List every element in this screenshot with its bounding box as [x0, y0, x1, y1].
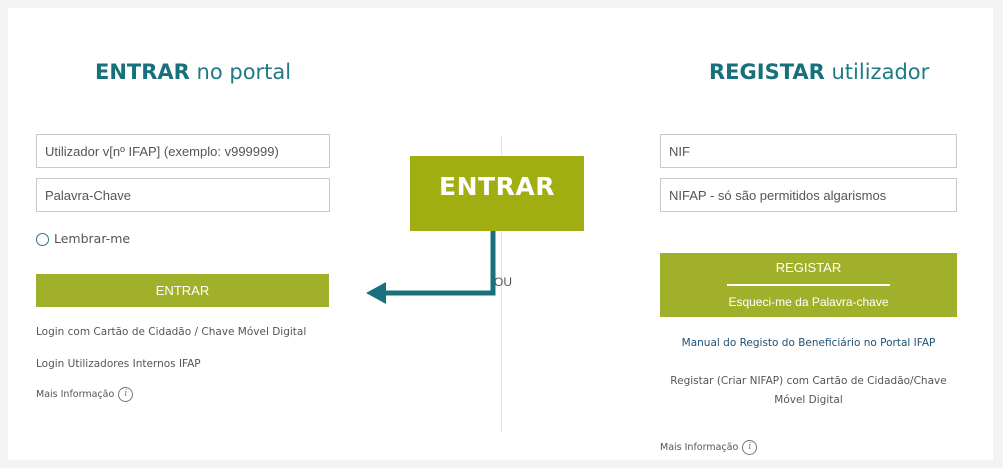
arrow-left-icon — [366, 231, 496, 304]
